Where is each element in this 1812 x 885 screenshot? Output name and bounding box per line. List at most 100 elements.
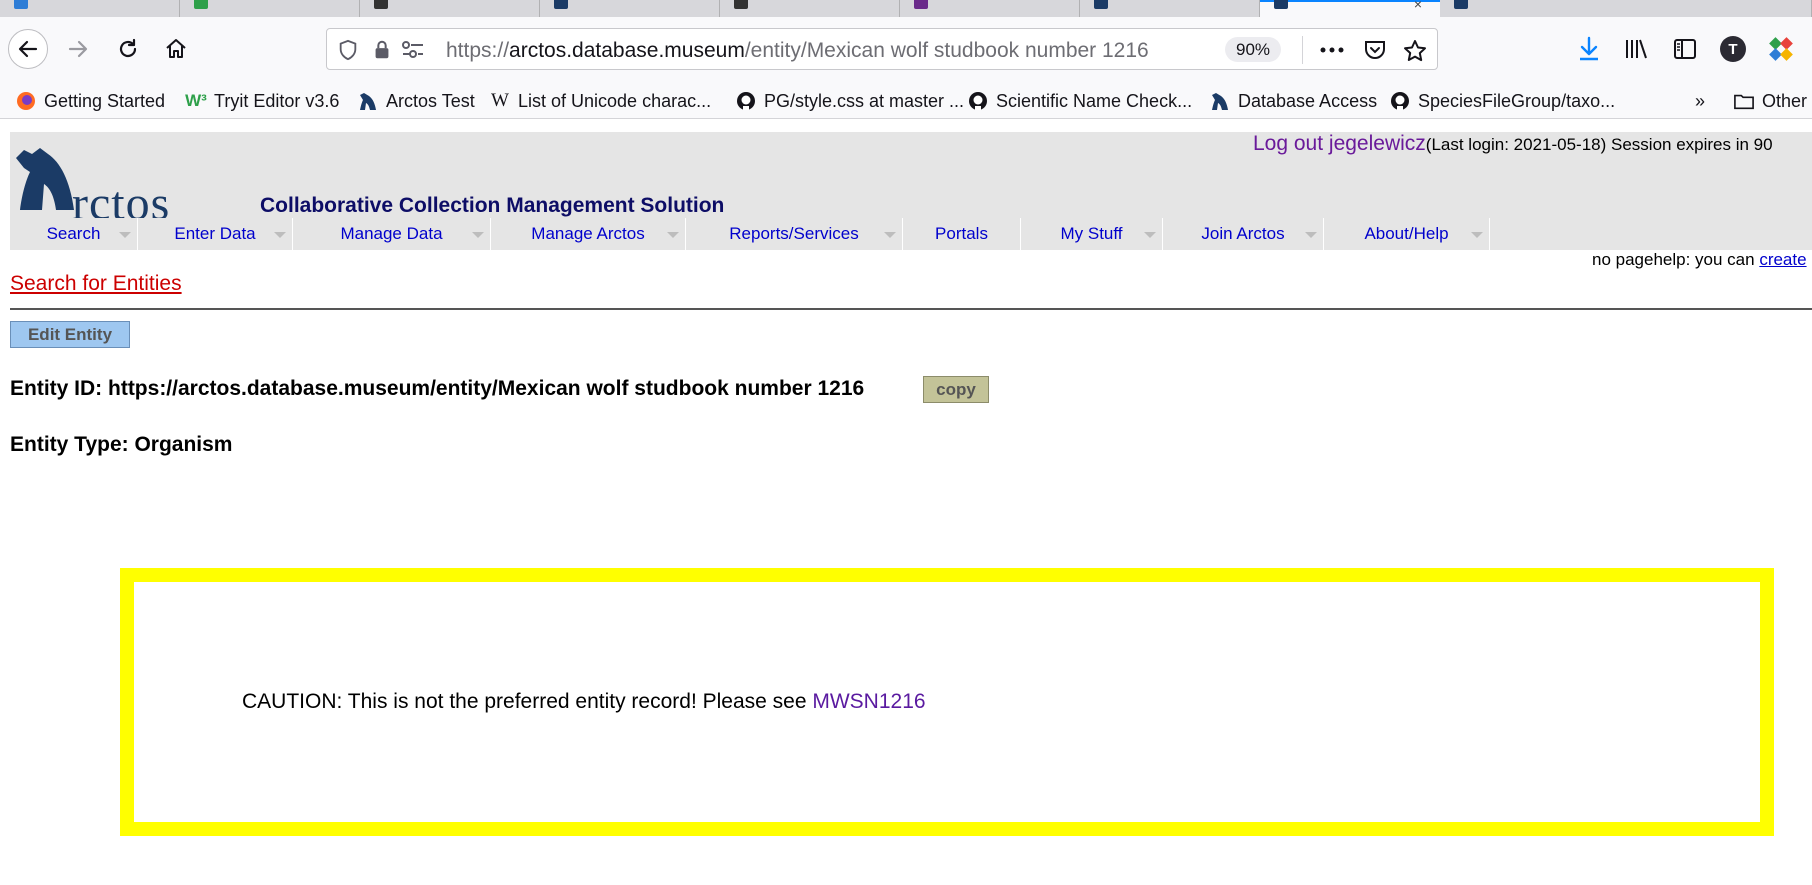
tab-favicon-icon [914, 0, 928, 9]
tab-favicon-icon [1454, 0, 1468, 9]
download-icon [1580, 36, 1598, 61]
menu-item[interactable]: About/Help [1324, 218, 1490, 250]
browser-tab[interactable] [540, 0, 720, 17]
tab-favicon-icon [734, 0, 748, 9]
more-bookmarks-button[interactable]: » [1690, 90, 1710, 112]
menu-item-label: Join Arctos [1201, 224, 1285, 243]
dropdown-caret-icon [274, 232, 286, 238]
menu-item[interactable]: Join Arctos [1163, 218, 1324, 250]
menu-item[interactable]: Portals [903, 218, 1021, 250]
zoom-level-button[interactable]: 90% [1225, 37, 1281, 62]
other-bookmarks-folder[interactable]: Other [1734, 90, 1807, 112]
menu-item[interactable]: Search [10, 218, 138, 250]
bookmark-item[interactable]: W³ Tryit Editor v3.6 [185, 90, 339, 112]
dropdown-caret-icon [119, 232, 131, 238]
browser-tab[interactable] [900, 0, 1080, 17]
shield-icon[interactable] [337, 39, 359, 66]
dropdown-caret-icon [884, 232, 896, 238]
account-button[interactable]: T [1715, 29, 1751, 69]
edit-entity-button[interactable]: Edit Entity [10, 321, 130, 348]
extension-icon [1769, 37, 1793, 61]
arctos-icon [358, 91, 378, 111]
page-actions-icon[interactable] [1319, 41, 1345, 64]
menu-item[interactable]: Reports/Services [686, 218, 903, 250]
browser-tab[interactable] [0, 0, 180, 17]
browser-tab[interactable] [1080, 0, 1260, 17]
menu-item[interactable]: Enter Data [138, 218, 293, 250]
tab-favicon-icon [554, 0, 568, 9]
menu-item-label: Search [46, 224, 101, 243]
session-info: (Last login: 2021-05-18) Session expires… [1425, 135, 1773, 154]
tab-favicon-icon [374, 0, 388, 9]
permissions-icon[interactable] [401, 39, 425, 66]
dropdown-caret-icon [1471, 232, 1483, 238]
bookmark-item[interactable]: SpeciesFileGroup/taxo... [1390, 90, 1615, 112]
reload-icon [119, 38, 137, 58]
browser-tab[interactable]: × [1260, 0, 1440, 17]
dropdown-caret-icon [472, 232, 484, 238]
bookmark-item[interactable]: Scientific Name Check... [968, 90, 1192, 112]
bookmark-label: Scientific Name Check... [996, 90, 1193, 111]
sidebar-icon [1674, 39, 1696, 59]
search-entities-link[interactable]: Search for Entities [10, 272, 182, 296]
back-button[interactable] [8, 29, 48, 69]
browser-tab[interactable] [1440, 0, 1812, 17]
downloads-button[interactable] [1571, 29, 1607, 69]
bookmark-label: Getting Started [44, 90, 166, 111]
library-button[interactable] [1619, 29, 1655, 69]
tab-favicon-icon [194, 0, 208, 9]
pagehelp-text: no pagehelp: you can [1592, 250, 1760, 269]
arctos-icon [1210, 91, 1230, 111]
sidebar-button[interactable] [1667, 29, 1703, 69]
bookmark-label: SpeciesFileGroup/taxo... [1418, 90, 1616, 111]
menu-item-label: My Stuff [1060, 224, 1123, 243]
browser-tab[interactable] [360, 0, 540, 17]
library-icon [1626, 39, 1647, 59]
menu-item[interactable]: Manage Data [293, 218, 491, 250]
menu-item-label: Enter Data [174, 224, 256, 243]
tab-favicon-icon [1094, 0, 1108, 9]
dropdown-caret-icon [667, 232, 679, 238]
pocket-icon[interactable] [1363, 39, 1387, 66]
bookmark-item[interactable]: PG/style.css at master ... [736, 90, 964, 112]
menu-item[interactable]: Manage Arctos [491, 218, 686, 250]
bookmark-label: PG/style.css at master ... [764, 90, 965, 111]
logout-link[interactable]: Log out jegelewicz [1253, 132, 1426, 155]
caution-message: CAUTION: This is not the preferred entit… [242, 690, 926, 714]
arctos-logo[interactable]: rctos [12, 140, 192, 230]
browser-tab[interactable] [720, 0, 900, 17]
main-menu: Search Enter Data Manage Data Manage Arctos… [10, 218, 1812, 250]
entity-id: Entity ID: https://arctos.database.museu… [10, 377, 865, 400]
preferred-entity-link[interactable]: MWSN1216 [812, 690, 925, 713]
close-tab-icon[interactable]: × [1414, 0, 1422, 12]
bookmark-item[interactable]: Arctos Test [358, 90, 475, 112]
extension-button[interactable] [1763, 29, 1799, 69]
bookmark-item[interactable]: Getting Started [16, 90, 165, 112]
w3schools-icon: W³ [185, 91, 207, 110]
menu-item[interactable]: My Stuff [1021, 218, 1163, 250]
browser-tab[interactable] [180, 0, 360, 17]
lock-icon[interactable] [371, 39, 393, 66]
divider [10, 308, 1812, 310]
bookmark-item[interactable]: W List of Unicode charac... [490, 90, 711, 112]
navigation-toolbar: https://arctos.database.museum/entity/Me… [0, 17, 1812, 81]
pagehelp-create-link[interactable]: create [1759, 250, 1806, 269]
reload-button[interactable] [108, 29, 148, 69]
firefox-icon [16, 91, 36, 111]
bookmark-label: Arctos Test [386, 90, 475, 111]
caution-box: CAUTION: This is not the preferred entit… [120, 568, 1774, 836]
caution-text: CAUTION: This is not the preferred entit… [242, 690, 813, 713]
site-tagline: Collaborative Collection Management Solu… [260, 194, 725, 217]
forward-button[interactable] [58, 29, 98, 69]
bookmark-star-icon[interactable] [1403, 39, 1427, 68]
home-button[interactable] [156, 29, 196, 69]
arrow-left-icon [18, 40, 38, 58]
copy-button[interactable]: copy [923, 376, 989, 403]
arrow-right-icon [68, 40, 88, 58]
url-bar[interactable]: https://arctos.database.museum/entity/Me… [326, 28, 1438, 70]
url-text[interactable]: https://arctos.database.museum/entity/Me… [446, 39, 1149, 63]
menu-item-label: Portals [935, 224, 988, 243]
bookmark-item[interactable]: Database Access [1210, 90, 1377, 112]
folder-icon [1734, 91, 1754, 111]
wikipedia-icon: W [491, 90, 509, 111]
